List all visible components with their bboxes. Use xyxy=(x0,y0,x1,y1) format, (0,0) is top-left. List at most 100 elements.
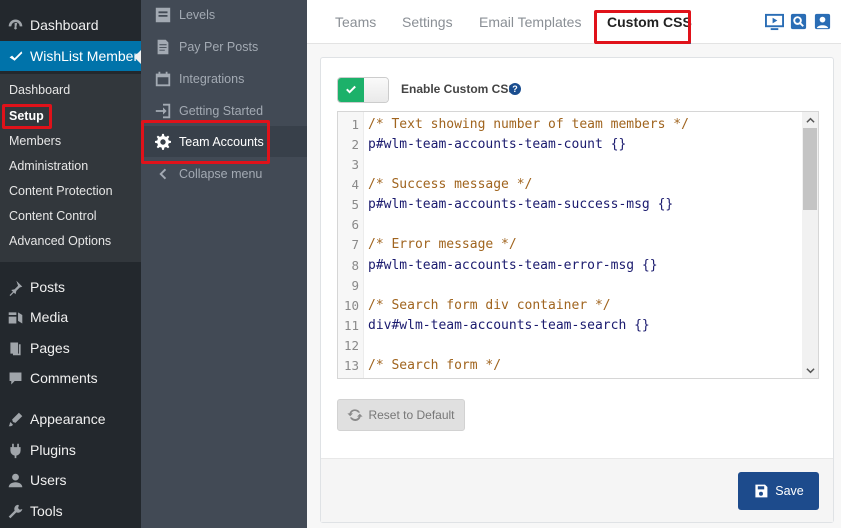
help-icon[interactable]: ? xyxy=(509,83,521,95)
submenu-content-protection[interactable]: Content Protection xyxy=(9,181,113,201)
wp-menu-pages-label: Pages xyxy=(30,340,70,356)
wlm-menu-pay-per-posts[interactable]: Pay Per Posts xyxy=(153,35,258,59)
wp-menu-dashboard-label: Dashboard xyxy=(30,17,99,33)
appearance-icon xyxy=(0,411,30,428)
wp-menu-media[interactable]: Media xyxy=(0,302,141,332)
document-icon xyxy=(153,37,173,57)
wlm-menu-pay-per-posts-label: Pay Per Posts xyxy=(179,40,259,54)
line-number: 4 xyxy=(351,177,359,192)
user-card-icon[interactable] xyxy=(812,11,832,31)
floppy-disk-icon xyxy=(755,484,768,498)
wp-menu-plugins[interactable]: Plugins xyxy=(0,435,141,465)
code-line: /* Search form div container */ xyxy=(368,298,611,313)
line-number: 10 xyxy=(343,298,359,313)
current-menu-arrow xyxy=(134,50,141,64)
wlm-collapse-menu[interactable]: Collapse menu xyxy=(153,162,262,186)
line-number: 6 xyxy=(351,217,359,232)
setup-highlight-box xyxy=(2,104,52,129)
wp-menu-posts[interactable]: Posts xyxy=(0,272,141,302)
list-icon xyxy=(153,5,173,25)
wp-menu-wishlist-label: WishList Member xyxy=(30,48,139,64)
wp-menu-users-label: Users xyxy=(30,472,67,488)
submenu-members[interactable]: Members xyxy=(9,131,61,151)
wlm-menu-levels[interactable]: Levels xyxy=(153,3,215,27)
editor-scrollbar[interactable] xyxy=(802,112,818,378)
tab-email-templates[interactable]: Email Templates xyxy=(479,14,581,30)
plugins-icon xyxy=(0,442,30,459)
wp-menu-media-label: Media xyxy=(30,309,69,325)
scroll-up-icon[interactable] xyxy=(805,115,815,125)
tabs-bar: Teams Settings Email Templates Custom CS… xyxy=(307,0,841,44)
toggle-knob xyxy=(364,78,388,102)
code-line: /* Text showing number of team members *… xyxy=(368,117,689,132)
chevron-left-icon xyxy=(153,164,173,184)
media-icon xyxy=(0,309,30,326)
code-line: /* Success message */ xyxy=(368,177,533,192)
line-number: 3 xyxy=(351,157,359,172)
wp-menu-pages[interactable]: Pages xyxy=(0,333,141,363)
tools-icon xyxy=(0,503,30,520)
reset-label: Reset to Default xyxy=(368,408,455,422)
posts-icon xyxy=(0,279,30,296)
code-line: p#wlm-team-accounts-team-count {} xyxy=(368,137,627,152)
checkmark-icon xyxy=(346,85,356,94)
wp-menu-tools[interactable]: Tools xyxy=(0,496,141,526)
tab-teams[interactable]: Teams xyxy=(335,14,376,30)
wp-menu-appearance[interactable]: Appearance xyxy=(0,404,141,434)
wp-menu-comments-label: Comments xyxy=(30,370,98,386)
comments-icon xyxy=(0,370,30,387)
code-line: /* Search form */ xyxy=(368,358,502,373)
wp-menu-comments[interactable]: Comments xyxy=(0,363,141,393)
dashboard-icon xyxy=(0,17,30,34)
line-number: 11 xyxy=(343,318,359,333)
wlm-menu-levels-label: Levels xyxy=(179,8,216,22)
panel-footer: Save xyxy=(321,458,833,522)
wp-menu-users[interactable]: Users xyxy=(0,465,141,495)
line-number: 5 xyxy=(351,197,359,212)
refresh-icon xyxy=(347,409,364,422)
wlm-menu-getting-started-label: Getting Started xyxy=(179,104,264,118)
video-icon[interactable] xyxy=(764,11,784,31)
scroll-down-icon[interactable] xyxy=(805,365,815,375)
wlm-collapse-label: Collapse menu xyxy=(179,167,263,181)
pages-icon xyxy=(0,340,30,357)
submenu-content-control[interactable]: Content Control xyxy=(9,206,97,226)
wp-admin-sidebar: Dashboard WishList Member Dashboard Setu… xyxy=(0,0,141,528)
line-number: 1 xyxy=(351,117,359,132)
wp-menu-appearance-label: Appearance xyxy=(30,411,106,427)
code-line: p#wlm-team-accounts-team-error-msg {} xyxy=(368,258,658,273)
wp-menu-wishlist-member[interactable]: WishList Member xyxy=(0,41,141,71)
wlm-menu-integrations-label: Integrations xyxy=(179,72,245,86)
toggle-on-state xyxy=(338,78,364,102)
css-code-editor[interactable]: 1 2 3 4 5 6 7 8 9 10 11 12 13 /* Text sh… xyxy=(337,111,819,379)
main-content: Teams Settings Email Templates Custom CS… xyxy=(307,0,841,528)
wishlist-submenu: Dashboard Setup Members Administration C… xyxy=(0,74,141,262)
tab-settings[interactable]: Settings xyxy=(402,14,453,30)
line-number: 8 xyxy=(351,258,359,273)
calendar-icon xyxy=(153,69,173,89)
wp-menu-posts-label: Posts xyxy=(30,279,66,295)
wp-menu-tools-label: Tools xyxy=(30,503,63,519)
submenu-dashboard[interactable]: Dashboard xyxy=(9,80,70,100)
wlm-secondary-menu: Levels Pay Per Posts Integrations Gettin… xyxy=(141,0,307,528)
users-icon xyxy=(0,472,30,489)
reset-to-default-button[interactable]: Reset to Default xyxy=(337,399,465,431)
line-number: 2 xyxy=(351,137,359,152)
code-line: div#wlm-team-accounts-team-search {} xyxy=(368,318,650,333)
code-line: /* Error message */ xyxy=(368,237,517,252)
enable-custom-css-toggle[interactable] xyxy=(337,77,389,103)
wp-menu-dashboard[interactable]: Dashboard xyxy=(0,10,141,40)
line-number-gutter: 1 2 3 4 5 6 7 8 9 10 11 12 13 xyxy=(338,112,364,378)
line-number: 12 xyxy=(343,338,359,353)
save-button[interactable]: Save xyxy=(738,472,819,510)
team-accounts-highlight-box xyxy=(141,120,270,164)
enable-custom-css-label: Enable Custom CSS xyxy=(401,82,517,96)
scrollbar-thumb[interactable] xyxy=(803,128,817,210)
code-line: p#wlm-team-accounts-team-success-msg {} xyxy=(368,197,674,212)
wlm-menu-integrations[interactable]: Integrations xyxy=(153,67,244,91)
sign-in-icon xyxy=(153,101,173,121)
submenu-administration[interactable]: Administration xyxy=(9,156,88,176)
search-doc-icon[interactable] xyxy=(788,11,808,31)
custom-css-highlight-box xyxy=(594,10,691,44)
submenu-advanced-options[interactable]: Advanced Options xyxy=(9,231,111,251)
